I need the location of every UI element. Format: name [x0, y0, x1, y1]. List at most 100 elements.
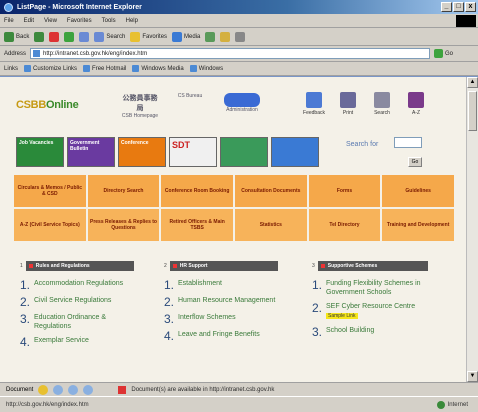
scroll-thumb[interactable]	[468, 91, 477, 131]
print-button[interactable]	[235, 31, 246, 42]
link-icon	[24, 65, 32, 72]
list-item[interactable]: 3. Interflow Schemes	[164, 313, 294, 325]
menu-view[interactable]: View	[44, 18, 57, 24]
banner-conference[interactable]: Conference	[118, 137, 166, 167]
back-button[interactable]: Back	[4, 31, 29, 42]
search-button[interactable]: Search	[94, 31, 125, 42]
home-button[interactable]	[79, 31, 90, 42]
forward-button[interactable]	[34, 31, 45, 42]
list-item[interactable]: 1. Establishment	[164, 279, 294, 291]
task-icon[interactable]	[53, 384, 64, 395]
nav-circulars[interactable]: Circulars & Memos / Public & CSD	[14, 175, 86, 207]
column-title: HR Support	[169, 261, 278, 271]
list-item-label: School Building	[326, 327, 375, 334]
nav-guidelines[interactable]: Guidelines	[382, 175, 454, 207]
feedback-icon	[306, 92, 322, 108]
menu-help[interactable]: Help	[126, 18, 138, 24]
nav-retired[interactable]: Retired Officers & Main TSBS	[161, 209, 233, 241]
task-icon[interactable]	[68, 384, 79, 395]
column-hr: 2 HR Support 1. Establishment 2. Human Res…	[164, 261, 294, 347]
window-controls: _ □ x	[441, 2, 476, 12]
globe-icon	[436, 400, 445, 409]
maximize-button[interactable]: □	[453, 2, 464, 12]
administration-link[interactable]: Administration	[222, 93, 262, 113]
column-header: 1 Rules and Regulations	[20, 261, 150, 271]
bureau-link[interactable]: CS Bureau	[170, 93, 210, 99]
banner-sdt[interactable]: SDT	[169, 137, 217, 167]
back-icon	[4, 31, 14, 42]
csb-homepage-link[interactable]: 公務員事務局 CSB Homepage	[120, 93, 160, 119]
scroll-down-button[interactable]: ▼	[467, 371, 478, 382]
close-button[interactable]: x	[465, 2, 476, 12]
task-icon[interactable]	[38, 384, 49, 395]
list-item-label: Leave and Fringe Benefits	[178, 331, 260, 338]
refresh-button[interactable]	[64, 31, 75, 42]
list-item[interactable]: 1. Funding Flexibility Schemes in Governm…	[312, 279, 442, 297]
az-index-button[interactable]: A-Z	[402, 92, 430, 116]
vertical-scrollbar[interactable]: ▲ ▼	[466, 77, 478, 382]
column-title: Rules and Regulations	[25, 261, 134, 271]
refresh-icon	[64, 31, 75, 42]
address-input[interactable]: http://intranet.csb.gov.hk/eng/index.htm	[30, 48, 431, 59]
zone-label: Internet	[447, 401, 468, 408]
list-item[interactable]: 3. Education Ordinance & Regulations	[20, 313, 150, 331]
site-logo[interactable]: CSBBOnline	[16, 99, 79, 111]
link-windows-media[interactable]: Windows Media	[132, 65, 184, 72]
toolbar-label: Favorites	[142, 33, 168, 40]
nav-training[interactable]: Training and Development	[382, 209, 454, 241]
menu-favorites[interactable]: Favorites	[67, 18, 92, 24]
site-search-input[interactable]	[394, 137, 422, 148]
stop-button[interactable]	[49, 31, 60, 42]
minimize-button[interactable]: _	[441, 2, 452, 12]
link-customize[interactable]: Customize Links	[24, 65, 77, 72]
banner-blue[interactable]	[271, 137, 319, 167]
nav-az[interactable]: A-Z (Civil Service Topics)	[14, 209, 86, 241]
task-document-label[interactable]: Document	[6, 387, 33, 393]
link-label: Windows Media	[141, 65, 184, 72]
ie-icon	[4, 2, 13, 12]
go-button[interactable]: Go	[434, 49, 453, 58]
link-hotmail[interactable]: Free Hotmail	[83, 65, 126, 72]
list-item[interactable]: 2. SEF Cyber Resource Centre Sample Link	[312, 302, 442, 321]
nav-forms[interactable]: Forms	[308, 175, 381, 207]
menu-edit[interactable]: Edit	[24, 18, 34, 24]
nav-directory[interactable]: Directory Search	[87, 175, 160, 207]
search-icon	[374, 92, 390, 108]
banner-bulletin[interactable]: Government Bulletin	[67, 137, 115, 167]
status-url: http://csb.gov.hk/eng/index.htm	[6, 401, 89, 408]
menu-tools[interactable]: Tools	[102, 18, 116, 24]
nav-conference[interactable]: Conference Room Booking	[161, 175, 233, 207]
banner-jobs[interactable]: Job Vacancies	[16, 137, 64, 167]
list-item[interactable]: 4. Leave and Fringe Benefits	[164, 330, 294, 342]
nav-consultation[interactable]: Consultation Documents	[234, 175, 307, 207]
list-item[interactable]: 2. Human Resource Management	[164, 296, 294, 308]
menu-file[interactable]: File	[4, 18, 14, 24]
tag-main: 公務員事務局	[122, 95, 158, 112]
favorites-button[interactable]: Favorites	[130, 31, 168, 42]
list-item[interactable]: 2. Civil Service Regulations	[20, 296, 150, 308]
list-item[interactable]: 4. Exemplar Service	[20, 336, 150, 348]
favorites-icon	[130, 31, 141, 42]
list-item-label: Civil Service Regulations	[34, 297, 112, 304]
print-button[interactable]: Print	[334, 92, 362, 116]
list-item[interactable]: 1. Accommodation Regulations	[20, 279, 150, 291]
logo-accent: Online	[45, 99, 79, 111]
site-search-go-button[interactable]: Go	[408, 157, 422, 167]
mail-button[interactable]	[220, 31, 231, 42]
history-button[interactable]	[205, 31, 216, 42]
list-item-label: Human Resource Management	[178, 297, 276, 304]
nav-press[interactable]: Press Releases & Replies to Questions	[87, 209, 160, 241]
security-zone: Internet	[436, 400, 468, 409]
nav-statistics[interactable]: Statistics	[234, 209, 307, 241]
task-icon[interactable]	[83, 384, 94, 395]
print-icon	[235, 31, 246, 42]
search-button[interactable]: Search	[368, 92, 396, 116]
banner-green[interactable]	[220, 137, 268, 167]
feedback-button[interactable]: Feedback	[300, 92, 328, 116]
media-button[interactable]: Media	[172, 31, 200, 42]
search-icon	[94, 31, 105, 42]
nav-tel-directory[interactable]: Tel Directory	[308, 209, 381, 241]
list-item[interactable]: 3. School Building	[312, 326, 442, 338]
link-windows[interactable]: Windows	[189, 65, 223, 72]
scroll-up-button[interactable]: ▲	[467, 77, 478, 88]
